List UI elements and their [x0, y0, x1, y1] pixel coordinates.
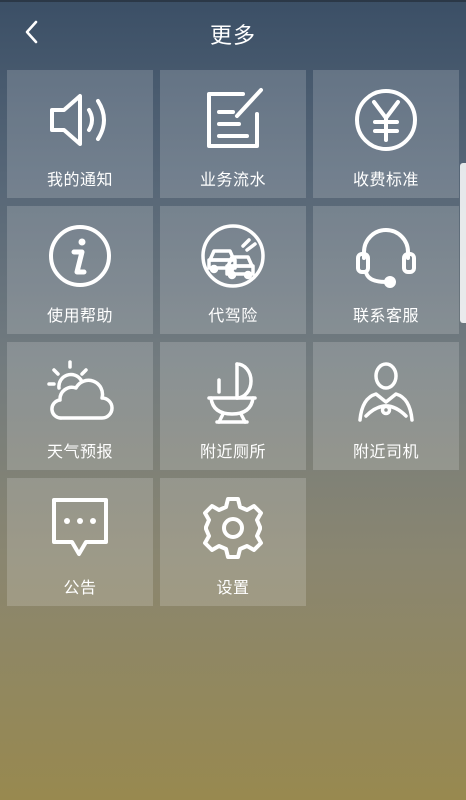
tile-business-records[interactable]: 业务流水 — [160, 70, 306, 198]
tile-settings[interactable]: 设置 — [160, 478, 306, 606]
notepad-icon — [199, 86, 267, 154]
tile-weather[interactable]: 天气预报 — [7, 342, 153, 470]
tile-label: 业务流水 — [199, 170, 266, 189]
edge-scroll-handle[interactable] — [460, 163, 466, 323]
gear-icon — [199, 494, 267, 562]
back-button[interactable] — [14, 16, 50, 52]
tile-driving-insurance[interactable]: 代驾险 — [160, 206, 306, 334]
tile-fee-standards[interactable]: 收费标准 — [313, 70, 459, 198]
yen-icon — [352, 86, 420, 154]
driver-icon — [352, 358, 420, 426]
tile-label: 附近司机 — [352, 442, 419, 461]
info-icon — [46, 222, 114, 290]
tile-label: 使用帮助 — [46, 306, 113, 325]
tile-contact-support[interactable]: 联系客服 — [313, 206, 459, 334]
tile-label: 代驾险 — [208, 306, 258, 325]
tile-label: 收费标准 — [352, 170, 419, 189]
tile-label: 附近厕所 — [199, 442, 266, 461]
headset-icon — [352, 222, 420, 290]
tile-nearby-toilets[interactable]: 附近厕所 — [160, 342, 306, 470]
tile-label: 天气预报 — [46, 442, 113, 461]
announcement-icon — [46, 494, 114, 562]
speaker-icon — [46, 86, 114, 154]
chevron-left-icon — [22, 19, 42, 49]
tile-label: 我的通知 — [46, 170, 113, 189]
tile-label: 设置 — [216, 578, 250, 597]
tile-my-notifications[interactable]: 我的通知 — [7, 70, 153, 198]
tile-help[interactable]: 使用帮助 — [7, 206, 153, 334]
header-bar: 更多 — [0, 2, 466, 66]
page-title: 更多 — [209, 24, 256, 49]
weather-icon — [46, 358, 114, 426]
tile-nearby-drivers[interactable]: 附近司机 — [313, 342, 459, 470]
tile-label: 联系客服 — [352, 306, 419, 325]
tile-label: 公告 — [63, 578, 97, 597]
car-insurance-icon — [199, 222, 267, 290]
toilet-icon — [199, 358, 267, 426]
tile-announcements[interactable]: 公告 — [7, 478, 153, 606]
